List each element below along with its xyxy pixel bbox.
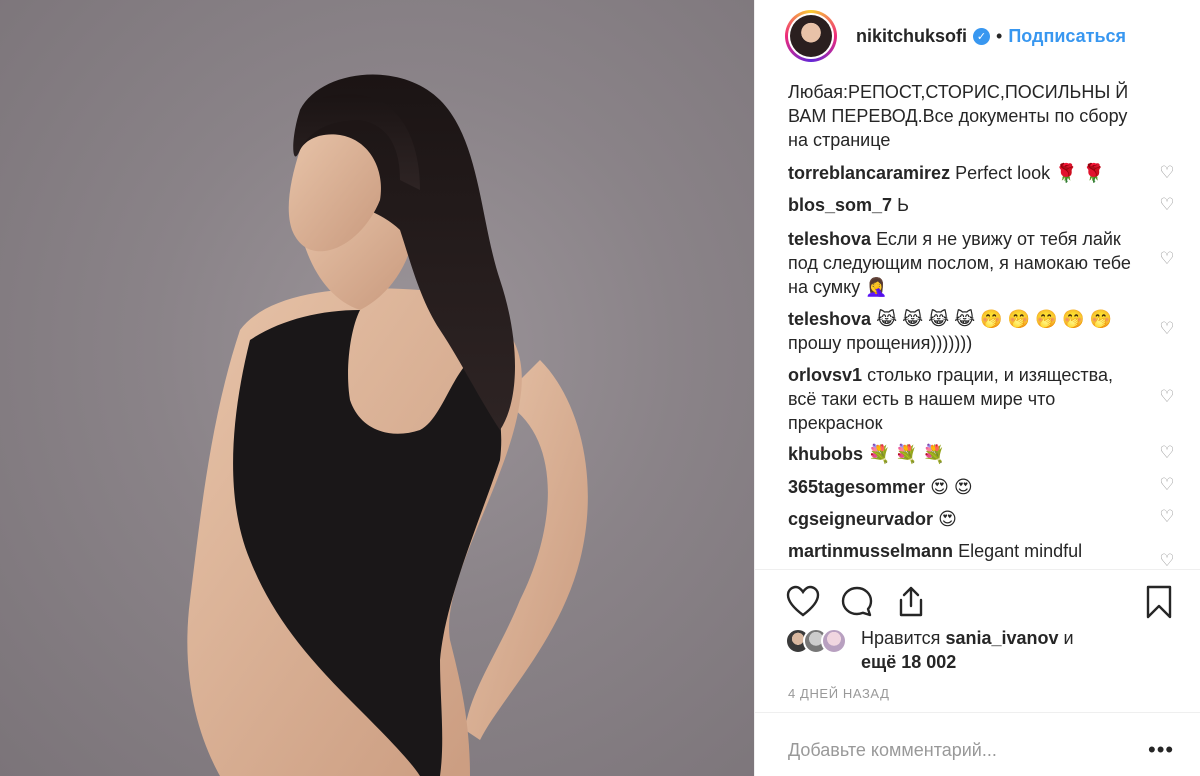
avatar[interactable] bbox=[785, 10, 837, 62]
post-photo[interactable] bbox=[0, 0, 754, 776]
comment-item: orlovsv1 столько грации, и изящества, вс… bbox=[788, 363, 1138, 435]
bookmark-icon[interactable] bbox=[1141, 584, 1177, 620]
likes-count[interactable]: ещё 18 002 bbox=[861, 652, 956, 672]
verified-badge-icon: ✓ bbox=[973, 27, 991, 45]
comment-like-heart-icon[interactable]: ♡ bbox=[1158, 508, 1176, 526]
comment-input[interactable] bbox=[788, 735, 1128, 765]
comment-item: teleshova Если я не увижу от тебя лайк п… bbox=[788, 227, 1138, 299]
comment-username[interactable]: khubobs bbox=[788, 444, 863, 464]
comment-like-heart-icon[interactable]: ♡ bbox=[1158, 196, 1176, 214]
comment-like-heart-icon[interactable]: ♡ bbox=[1158, 444, 1176, 462]
comment-like-heart-icon[interactable]: ♡ bbox=[1158, 388, 1176, 406]
comment-username[interactable]: teleshova bbox=[788, 229, 871, 249]
comment-username[interactable]: cgseigneurvador bbox=[788, 509, 933, 529]
comment-text: 💐 💐 💐 bbox=[868, 444, 946, 464]
like-heart-icon[interactable] bbox=[785, 584, 821, 620]
post-actions bbox=[755, 580, 1200, 624]
comment-username[interactable]: orlovsv1 bbox=[788, 365, 862, 385]
comment-text: 😍 😍 bbox=[930, 477, 973, 497]
separator-dot: • bbox=[996, 25, 1003, 46]
comment-like-heart-icon[interactable]: ♡ bbox=[1158, 164, 1176, 182]
share-icon[interactable] bbox=[893, 584, 929, 620]
username[interactable]: nikitchuksofi bbox=[856, 26, 967, 47]
comment-like-heart-icon[interactable]: ♡ bbox=[1158, 476, 1176, 494]
comment-item: 365tagesommer 😍 😍 bbox=[788, 475, 1138, 499]
caption-text: Любая:РЕПОСТ,СТОРИС,ПОСИЛЬНЫ Й ВАМ ПЕРЕВ… bbox=[788, 82, 1129, 150]
woman-back-photo bbox=[187, 74, 588, 776]
comment-text: Perfect look 🌹 🌹 bbox=[955, 163, 1105, 183]
comment-username[interactable]: 365tagesommer bbox=[788, 477, 925, 497]
comment-item: blos_som_7 Ь bbox=[788, 193, 1138, 217]
likes-text: Нравится sania_ivanov и ещё 18 002 bbox=[861, 628, 1074, 672]
comment-item: torreblancaramirez Perfect look 🌹 🌹 bbox=[788, 161, 1138, 185]
liker-avatar[interactable] bbox=[821, 628, 847, 654]
add-comment-bar: ••• bbox=[755, 712, 1200, 776]
follow-button[interactable]: Подписаться bbox=[1008, 26, 1126, 47]
comment-item: khubobs 💐 💐 💐 bbox=[788, 442, 1138, 466]
post-header: nikitchuksofi ✓ • Подписаться bbox=[755, 0, 1200, 72]
comment-item: cgseigneurvador 😍 bbox=[788, 507, 1138, 531]
comment-like-heart-icon[interactable]: ♡ bbox=[1158, 250, 1176, 268]
comment-like-heart-icon[interactable]: ♡ bbox=[1158, 320, 1176, 338]
comment-item: teleshova 😹 😹 😹 😹 🤭 🤭 🤭 🤭 🤭 прошу прощен… bbox=[788, 307, 1138, 355]
comment-text: Ь bbox=[897, 195, 909, 215]
avatar-image bbox=[790, 15, 832, 57]
post-date: 4 ДНЕЙ НАЗАД bbox=[788, 686, 890, 701]
comment-text: 😍 bbox=[938, 509, 957, 529]
comment-bubble-icon[interactable] bbox=[839, 584, 875, 620]
liker-username[interactable]: sania_ivanov bbox=[945, 628, 1058, 648]
comment-like-heart-icon[interactable]: ♡ bbox=[1158, 552, 1176, 570]
options-ellipsis-icon[interactable]: ••• bbox=[1148, 737, 1174, 763]
likes-summary: Нравится sania_ivanov и ещё 18 002 bbox=[785, 626, 1185, 678]
comments-list[interactable]: Любая:РЕПОСТ,СТОРИС,ПОСИЛЬНЫ Й ВАМ ПЕРЕВ… bbox=[755, 72, 1200, 570]
comment-username[interactable]: martinmusselmann bbox=[788, 541, 953, 561]
comment-username[interactable]: torreblancaramirez bbox=[788, 163, 950, 183]
comment-item: martinmusselmann Elegant mindful bbox=[788, 539, 1138, 563]
post-sidebar: nikitchuksofi ✓ • Подписаться Любая:РЕПО… bbox=[754, 0, 1200, 776]
comment-username[interactable]: blos_som_7 bbox=[788, 195, 892, 215]
comment-text: Elegant mindful bbox=[958, 541, 1083, 561]
comment-username[interactable]: teleshova bbox=[788, 309, 871, 329]
